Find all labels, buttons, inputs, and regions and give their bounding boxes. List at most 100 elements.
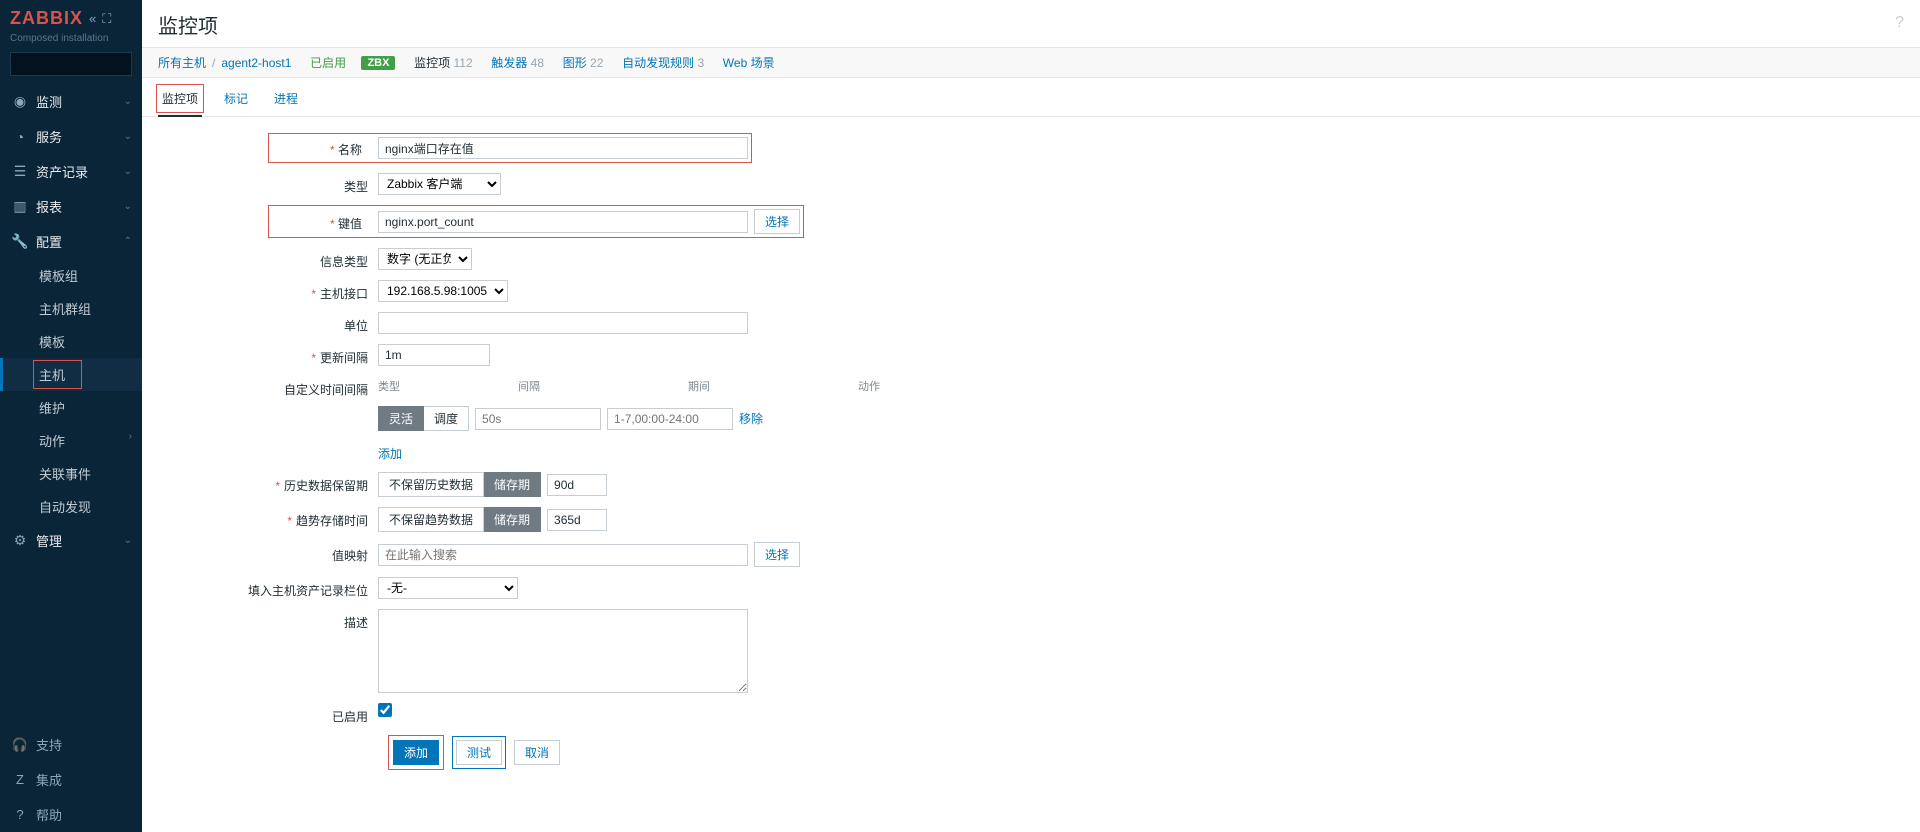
name-highlight: * 名称 — [268, 133, 752, 163]
trends-none-button[interactable]: 不保留趋势数据 — [378, 507, 484, 532]
history-period-button[interactable]: 储存期 — [484, 472, 541, 497]
nav-services[interactable]: ◔ 服务 ⌄ — [0, 119, 142, 154]
required-mark: * — [330, 217, 335, 231]
nav-reports-label: 报表 — [30, 197, 124, 216]
collapse-icon[interactable]: « — [89, 11, 96, 26]
key-select-button[interactable]: 选择 — [754, 209, 800, 234]
list-icon: ☰ — [10, 163, 30, 180]
interval-add-button[interactable]: 添加 — [378, 447, 402, 461]
header-action: 动作 — [858, 378, 880, 394]
seg-scheduling[interactable]: 调度 — [424, 406, 469, 431]
nav-inventory[interactable]: ☰ 资产记录 ⌄ — [0, 154, 142, 189]
interval-value-input[interactable] — [475, 408, 601, 430]
submit-row: 添加 测试 取消 — [378, 735, 1904, 770]
row-history: *历史数据保留期 不保留历史数据 储存期 — [158, 472, 1904, 497]
update-interval-input[interactable] — [378, 344, 490, 366]
subnav-correlation[interactable]: 关联事件 — [0, 457, 142, 490]
chevron-down-icon: ⌄ — [124, 131, 132, 142]
subnav-actions-label: 动作 — [39, 434, 65, 449]
seg-flexible[interactable]: 灵活 — [378, 406, 424, 431]
add-button[interactable]: 添加 — [393, 740, 439, 765]
form: * 名称 类型 Zabbix 客户端 * 键值 — [142, 117, 1920, 786]
subnav-discovery[interactable]: 自动发现 — [0, 490, 142, 523]
update-interval-label: *更新间隔 — [158, 344, 378, 366]
nav-administration-label: 管理 — [30, 531, 124, 550]
key-highlight: * 键值 选择 — [268, 205, 804, 238]
key-input[interactable] — [378, 211, 748, 233]
page-title: 监控项 — [158, 16, 218, 38]
trends-value-input[interactable] — [547, 509, 607, 531]
z-icon: Z — [10, 772, 30, 787]
search-box[interactable]: 🔍 — [10, 52, 132, 76]
tab-item[interactable]: 监控项 — [158, 86, 202, 117]
install-subtitle: Composed installation — [0, 33, 142, 52]
badge-zbx: ZBX — [361, 56, 395, 70]
subnav-templates[interactable]: 模板 — [0, 325, 142, 358]
footer-help-label: 帮助 — [30, 805, 62, 824]
row-valuemap: 值映射 选择 — [158, 542, 1904, 567]
units-input[interactable] — [378, 312, 748, 334]
subnav-actions[interactable]: 动作 › — [0, 424, 142, 457]
trends-period-button[interactable]: 储存期 — [484, 507, 541, 532]
logo-row: ZABBIX « ⛶ — [0, 0, 142, 33]
nav-administration[interactable]: ⚙ 管理 ⌄ — [0, 523, 142, 558]
row-type: 类型 Zabbix 客户端 — [158, 173, 1904, 195]
crumb-items[interactable]: 监控项 112 — [414, 54, 473, 71]
footer-integrations[interactable]: Z 集成 — [0, 762, 142, 797]
interval-remove-button[interactable]: 移除 — [739, 410, 763, 427]
row-units: 单位 — [158, 312, 1904, 334]
crumb-all-hosts[interactable]: 所有主机 — [158, 54, 206, 71]
question-icon: ? — [10, 807, 30, 822]
interface-select[interactable]: 192.168.5.98:10050 — [378, 280, 508, 302]
footer-support[interactable]: 🎧 支持 — [0, 727, 142, 762]
tab-tags[interactable]: 标记 — [220, 86, 252, 116]
valuemap-select-button[interactable]: 选择 — [754, 542, 800, 567]
interval-type-toggle: 灵活 调度 — [378, 406, 469, 431]
enabled-checkbox[interactable] — [378, 703, 392, 717]
tab-item-label: 监控项 — [162, 92, 198, 106]
subnav-hosts[interactable]: 主机 — [0, 358, 142, 391]
description-textarea[interactable] — [378, 609, 748, 693]
nav-monitoring[interactable]: ◉ 监测 ⌄ — [0, 84, 142, 119]
info-type-select[interactable]: 数字 (无正负) — [378, 248, 472, 270]
type-label: 类型 — [158, 173, 378, 195]
valuemap-input[interactable] — [378, 544, 748, 566]
tab-preprocessing[interactable]: 进程 — [270, 86, 302, 116]
subnav-host-groups[interactable]: 主机群组 — [0, 292, 142, 325]
row-inventory: 填入主机资产记录栏位 -无- — [158, 577, 1904, 599]
crumb-web[interactable]: Web 场景 — [723, 54, 775, 71]
tabs: 监控项 标记 进程 — [142, 78, 1920, 117]
fullscreen-icon[interactable]: ⛶ — [102, 11, 111, 27]
subnav-template-groups[interactable]: 模板组 — [0, 259, 142, 292]
test-button[interactable]: 测试 — [456, 740, 502, 765]
crumb-discovery[interactable]: 自动发现规则 3 — [622, 54, 704, 71]
nav-reports[interactable]: ▥ 报表 ⌄ — [0, 189, 142, 224]
row-update-interval: *更新间隔 — [158, 344, 1904, 366]
cancel-button[interactable]: 取消 — [514, 740, 560, 765]
type-select[interactable]: Zabbix 客户端 — [378, 173, 501, 195]
crumb-triggers[interactable]: 触发器 48 — [491, 54, 544, 71]
chevron-down-icon: ⌄ — [124, 201, 132, 212]
history-none-button[interactable]: 不保留历史数据 — [378, 472, 484, 497]
nav-configuration[interactable]: 🔧 配置 ⌃ — [0, 224, 142, 259]
history-value-input[interactable] — [547, 474, 607, 496]
add-highlight: 添加 — [388, 735, 444, 770]
crumb-items-count: 112 — [453, 56, 472, 70]
name-label: 名称 — [338, 143, 362, 157]
row-name: * 名称 — [158, 133, 1904, 163]
subnav-maintenance[interactable]: 维护 — [0, 391, 142, 424]
help-icon[interactable]: ? — [1895, 14, 1904, 32]
crumb-graphs[interactable]: 图形 22 — [563, 54, 604, 71]
name-input[interactable] — [378, 137, 748, 159]
footer-help[interactable]: ? 帮助 — [0, 797, 142, 832]
inventory-select[interactable]: -无- — [378, 577, 518, 599]
page-header: 监控项 ? — [142, 0, 1920, 47]
valuemap-label: 值映射 — [158, 542, 378, 564]
row-trends: *趋势存储时间 不保留趋势数据 储存期 — [158, 507, 1904, 532]
crumb-graphs-count: 22 — [590, 56, 603, 70]
footer-support-label: 支持 — [30, 735, 62, 754]
name-label-wrap: * 名称 — [272, 138, 372, 158]
row-key: * 键值 选择 — [158, 205, 1904, 238]
interval-period-input[interactable] — [607, 408, 733, 430]
crumb-host[interactable]: agent2-host1 — [221, 56, 291, 70]
